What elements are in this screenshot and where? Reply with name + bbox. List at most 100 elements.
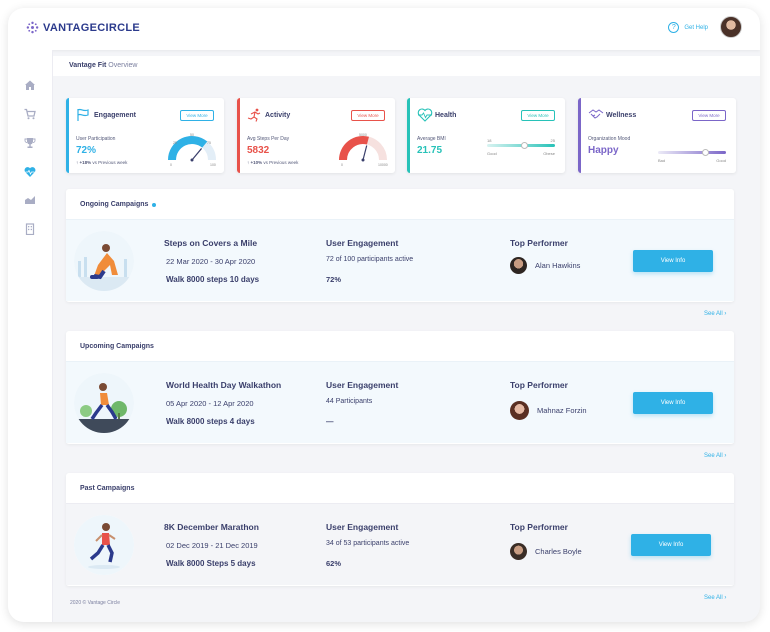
activity-gauge: 0 10000 5000 xyxy=(339,133,388,167)
heart-icon[interactable] xyxy=(23,165,37,179)
kpi-title: Engagement xyxy=(94,112,137,119)
kpi-card-activity: Activity View More Avg Steps Per Day 583… xyxy=(237,98,395,173)
scale-high-label: Good xyxy=(716,158,726,163)
performer-name: Mahnaz Forzin xyxy=(537,406,587,415)
gauge-tick: 25 xyxy=(173,141,177,145)
accent-bar xyxy=(407,98,410,173)
view-info-button[interactable]: View Info xyxy=(631,534,711,556)
see-all-link[interactable]: See All › xyxy=(704,311,726,317)
gauge-max: 10000 xyxy=(378,163,388,167)
home-icon[interactable] xyxy=(23,78,37,92)
cart-icon[interactable] xyxy=(23,107,37,121)
kpi-card-health: Health View More Average BMI 21.75 18 25… xyxy=(407,98,565,173)
engagement-gauge: 0 100 25 50 75 xyxy=(168,133,216,167)
kpi-change: ↑ +10% vs Previous week xyxy=(247,160,298,165)
see-all-link[interactable]: See All › xyxy=(704,453,726,459)
campaign-dates: 22 Mar 2020 - 30 Apr 2020 xyxy=(166,257,256,266)
kpi-change-value: +18% xyxy=(79,160,92,165)
kpi-title: Health xyxy=(435,112,457,119)
engagement-percent: — xyxy=(326,417,334,426)
building-icon[interactable] xyxy=(23,222,37,236)
campaign-name: Steps on Covers a Mile xyxy=(164,238,258,248)
gauge-tick: 5000 xyxy=(359,133,367,137)
view-info-button[interactable]: View Info xyxy=(633,250,713,272)
scale-high: 25 xyxy=(550,138,555,143)
view-more-button[interactable]: View More xyxy=(692,110,726,121)
mood-scale: Bad Good xyxy=(658,145,726,167)
gauge-min: 0 xyxy=(170,163,172,167)
user-avatar[interactable] xyxy=(720,16,742,38)
campaign-illustration xyxy=(74,373,134,433)
participants-text: 72 of 100 participants active xyxy=(326,256,414,263)
app-window: VANTAGECIRCLE ? Get Help Vantage Fit Ove… xyxy=(8,8,760,622)
view-more-button[interactable]: View More xyxy=(351,110,385,121)
campaign-illustration xyxy=(74,231,134,291)
view-more-button[interactable]: View More xyxy=(180,110,214,121)
view-info-button[interactable]: View Info xyxy=(633,392,713,414)
see-all-link[interactable]: See All › xyxy=(704,595,726,601)
campaign-row: 8K December Marathon 02 Dec 2019 - 21 De… xyxy=(66,503,734,585)
sidebar xyxy=(8,50,53,622)
kpi-card-wellness: Wellness View More Organization Mood Hap… xyxy=(578,98,736,173)
ongoing-campaigns-section: Ongoing Campaigns Steps on Covers a Mile… xyxy=(66,189,734,302)
runner-icon xyxy=(247,108,261,122)
section-title-text: Upcoming Campaigns xyxy=(80,343,154,350)
performer-name: Charles Boyle xyxy=(535,547,582,556)
campaign-dates: 05 Apr 2020 - 12 Apr 2020 xyxy=(166,399,254,408)
top-performer-heading: Top Performer xyxy=(510,380,568,390)
kpi-label: User Participation xyxy=(76,136,116,142)
scale-track xyxy=(658,151,726,154)
gauge-min: 0 xyxy=(341,163,343,167)
kpi-label: Organization Mood xyxy=(588,136,631,142)
past-campaigns-section: Past Campaigns 8K December Marathon 02 D… xyxy=(66,473,734,586)
accent-bar xyxy=(578,98,581,173)
logo-icon xyxy=(26,21,39,34)
top-performer: Mahnaz Forzin xyxy=(510,401,587,420)
kpi-card-engagement: Engagement View More User Participation … xyxy=(66,98,224,173)
section-title-text: Ongoing Campaigns xyxy=(80,201,149,208)
up-arrow-icon: ↑ xyxy=(247,160,250,165)
top-performer: Charles Boyle xyxy=(510,543,582,560)
upcoming-campaigns-section: Upcoming Campaigns World Health Day Walk… xyxy=(66,331,734,444)
live-indicator xyxy=(152,202,157,207)
section-title-text: Past Campaigns xyxy=(80,485,135,492)
gauge-max: 100 xyxy=(210,163,216,167)
breadcrumb: Vantage Fit Overview xyxy=(53,56,760,76)
bmi-scale: 18 25 Good Obese xyxy=(487,138,555,160)
kpi-value: Happy xyxy=(588,145,619,156)
kpi-value: 5832 xyxy=(247,145,270,156)
performer-name: Alan Hawkins xyxy=(535,261,581,270)
up-arrow-icon: ↑ xyxy=(76,160,79,165)
kpi-value: 21.75 xyxy=(417,145,443,156)
brand-logo[interactable]: VANTAGECIRCLE xyxy=(26,21,140,34)
chart-icon[interactable] xyxy=(23,192,37,206)
get-help-link[interactable]: ? Get Help xyxy=(668,22,708,33)
campaign-goal: Walk 8000 Steps 5 days xyxy=(166,559,256,568)
section-title: Ongoing Campaigns xyxy=(80,201,157,208)
scale-knob xyxy=(521,142,528,149)
kpi-change-note: vs Previous week xyxy=(263,160,299,165)
breadcrumb-title: Vantage Fit xyxy=(69,62,107,69)
engagement-heading: User Engagement xyxy=(326,522,399,532)
gauge-tick: 75 xyxy=(207,141,211,145)
page-title: Vantage Fit Overview xyxy=(69,62,137,69)
performer-avatar xyxy=(510,257,527,274)
campaign-name: World Health Day Walkathon xyxy=(166,380,282,390)
top-performer-heading: Top Performer xyxy=(510,238,568,248)
section-title: Upcoming Campaigns xyxy=(80,343,154,350)
breadcrumb-subtitle: Overview xyxy=(108,62,138,69)
campaign-row: World Health Day Walkathon 05 Apr 2020 -… xyxy=(66,361,734,443)
scale-low-label: Bad xyxy=(658,158,666,163)
top-bar: VANTAGECIRCLE ? Get Help xyxy=(8,8,760,50)
trophy-icon[interactable] xyxy=(23,136,37,150)
kpi-label: Avg Steps Per Day xyxy=(247,136,290,142)
handshake-icon xyxy=(588,109,604,119)
campaign-name: 8K December Marathon xyxy=(164,522,259,532)
scale-high-label: Obese xyxy=(543,151,555,156)
campaign-goal: Walk 8000 steps 4 days xyxy=(166,417,255,426)
scale-low-label: Good xyxy=(487,151,497,156)
view-more-button[interactable]: View More xyxy=(521,110,555,121)
participants-text: 34 of 53 participants active xyxy=(326,540,410,547)
participants-text: 44 Participants xyxy=(326,398,373,405)
kpi-change-value: +10% xyxy=(250,160,263,165)
